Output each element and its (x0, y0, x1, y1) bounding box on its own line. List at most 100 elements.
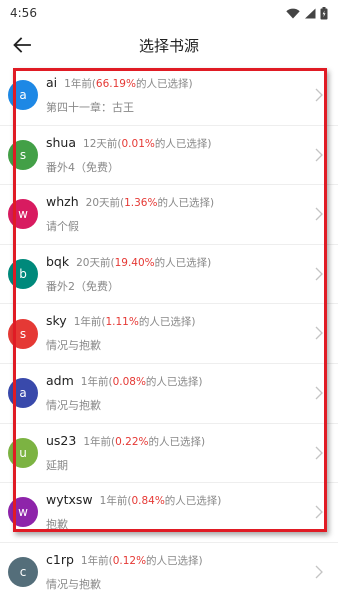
source-meta: 1年前(1.11%的人已选择) (74, 314, 196, 329)
source-latest-chapter: 情况与抱歉 (46, 577, 101, 591)
source-suffix: 的人已选择) (148, 435, 206, 448)
source-line: adm 1年前(0.08%的人已选择) (46, 373, 308, 389)
source-latest-chapter: 请个假 (46, 220, 79, 234)
source-suffix: 的人已选择) (135, 78, 193, 90)
source-suffix: 的人已选择) (154, 137, 212, 150)
chevron-right-icon (315, 505, 323, 519)
source-meta: 1年前(0.12%的人已选择) (81, 553, 203, 568)
source-avatar: b (8, 259, 38, 290)
source-name: us23 (46, 432, 77, 448)
arrow-left-icon (13, 37, 31, 53)
source-row[interactable]: u us23 1年前(0.22%的人已选择) 延期 (0, 424, 338, 484)
wifi-icon (286, 8, 300, 18)
source-row[interactable]: w whzh 20天前(1.36%的人已选择) 请个假 (0, 185, 338, 245)
source-percent: 0.22% (115, 435, 149, 448)
source-latest-chapter: 第四十一章：古王 (46, 101, 134, 114)
source-suffix: 的人已选择) (164, 495, 222, 508)
source-list: a ai 1年前(66.19%的人已选择) 第四十一章：古王 s shua 12… (0, 66, 338, 600)
source-update-time: 20天前( (85, 197, 125, 210)
source-line: c1rp 1年前(0.12%的人已选择) (46, 552, 308, 568)
back-button[interactable] (8, 31, 36, 59)
source-update-time: 1年前( (80, 554, 113, 567)
source-percent: 0.01% (121, 137, 155, 150)
source-suffix: 的人已选择) (157, 197, 215, 210)
source-meta: 12天前(0.01%的人已选择) (83, 136, 211, 151)
source-info: sky 1年前(1.11%的人已选择) 情况与抱歉 (46, 313, 308, 353)
source-line: sky 1年前(1.11%的人已选择) (46, 313, 308, 329)
source-row[interactable]: w wytxsw 1年前(0.84%的人已选择) 抱歉 (0, 483, 338, 543)
source-latest-chapter: 番外2（免费） (46, 279, 119, 293)
source-meta: 20天前(19.40%的人已选择) (76, 255, 211, 270)
source-percent: 19.40% (114, 256, 155, 269)
source-update-time: 12天前( (83, 137, 122, 150)
source-line: wytxsw 1年前(0.84%的人已选择) (46, 492, 308, 508)
source-row[interactable]: a adm 1年前(0.08%的人已选择) 情况与抱歉 (0, 364, 338, 424)
chevron-right-icon (315, 446, 323, 460)
source-avatar: w (8, 497, 38, 528)
source-info: bqk 20天前(19.40%的人已选择) 番外2（免费） (46, 254, 308, 294)
chevron-right-icon (315, 207, 323, 221)
source-line: shua 12天前(0.01%的人已选择) (46, 135, 308, 151)
source-latest-chapter: 番外4（免费） (46, 160, 119, 174)
source-name: ai (46, 75, 58, 90)
source-info: adm 1年前(0.08%的人已选择) 情况与抱歉 (46, 373, 308, 413)
source-meta: 1年前(0.84%的人已选择) (100, 493, 222, 508)
source-percent: 0.08% (112, 375, 146, 388)
source-avatar: c (8, 557, 38, 588)
chevron-right-icon (315, 386, 323, 400)
source-name: c1rp (46, 551, 74, 567)
source-percent: 0.84% (131, 495, 165, 508)
source-update-time: 1年前( (64, 78, 96, 90)
source-latest-chapter: 情况与抱歉 (46, 339, 101, 353)
chevron-right-icon (315, 148, 323, 162)
source-latest-chapter: 抱歉 (46, 518, 68, 532)
source-suffix: 的人已选择) (154, 256, 212, 269)
status-bar: 4:56 (0, 0, 338, 26)
source-name: bqk (46, 253, 70, 269)
chevron-right-icon (315, 267, 323, 281)
source-info: wytxsw 1年前(0.84%的人已选择) 抱歉 (46, 492, 308, 532)
source-info: us23 1年前(0.22%的人已选择) 延期 (46, 433, 308, 473)
source-name: sky (46, 313, 67, 329)
source-update-time: 1年前( (83, 435, 116, 448)
chevron-right-icon (315, 326, 323, 340)
source-line: us23 1年前(0.22%的人已选择) (46, 433, 308, 449)
source-percent: 1.36% (124, 197, 158, 210)
signal-icon (305, 8, 316, 18)
source-line: ai 1年前(66.19%的人已选择) (46, 75, 308, 91)
source-name: whzh (46, 194, 79, 210)
source-name: shua (46, 134, 77, 150)
source-name: adm (46, 372, 74, 388)
source-percent: 66.19% (95, 78, 136, 90)
source-latest-chapter: 延期 (46, 458, 68, 472)
source-update-time: 1年前( (80, 375, 113, 388)
source-line: bqk 20天前(19.40%的人已选择) (46, 254, 308, 270)
source-update-time: 20天前( (76, 256, 115, 269)
source-row[interactable]: a ai 1年前(66.19%的人已选择) 第四十一章：古王 (0, 66, 338, 126)
source-avatar: u (8, 437, 38, 468)
page-title: 选择书源 (138, 36, 199, 55)
source-info: c1rp 1年前(0.12%的人已选择) 情况与抱歉 (46, 552, 308, 592)
source-row[interactable]: s shua 12天前(0.01%的人已选择) 番外4（免费） (0, 126, 338, 186)
source-suffix: 的人已选择) (145, 375, 203, 388)
source-info: ai 1年前(66.19%的人已选择) 第四十一章：古王 (46, 75, 308, 115)
source-suffix: 的人已选择) (146, 554, 203, 567)
source-row[interactable]: s sky 1年前(1.11%的人已选择) 情况与抱歉 (0, 304, 338, 364)
source-info: shua 12天前(0.01%的人已选择) 番外4（免费） (46, 135, 308, 175)
source-meta: 1年前(0.08%的人已选择) (81, 374, 203, 389)
source-info: whzh 20天前(1.36%的人已选择) 请个假 (46, 194, 308, 234)
status-time: 4:56 (10, 6, 37, 20)
chevron-right-icon (315, 88, 323, 102)
chevron-right-icon (315, 565, 323, 579)
source-avatar: s (8, 139, 38, 170)
source-percent: 1.11% (105, 316, 139, 329)
source-row[interactable]: b bqk 20天前(19.40%的人已选择) 番外2（免费） (0, 245, 338, 305)
source-meta: 20天前(1.36%的人已选择) (86, 195, 214, 210)
source-latest-chapter: 情况与抱歉 (46, 398, 101, 412)
source-row[interactable]: c c1rp 1年前(0.12%的人已选择) 情况与抱歉 (0, 543, 338, 600)
battery-icon (320, 6, 328, 19)
source-name: wytxsw (46, 492, 93, 508)
source-avatar: a (8, 378, 38, 409)
source-suffix: 的人已选择) (138, 316, 196, 329)
source-avatar: a (8, 80, 38, 111)
